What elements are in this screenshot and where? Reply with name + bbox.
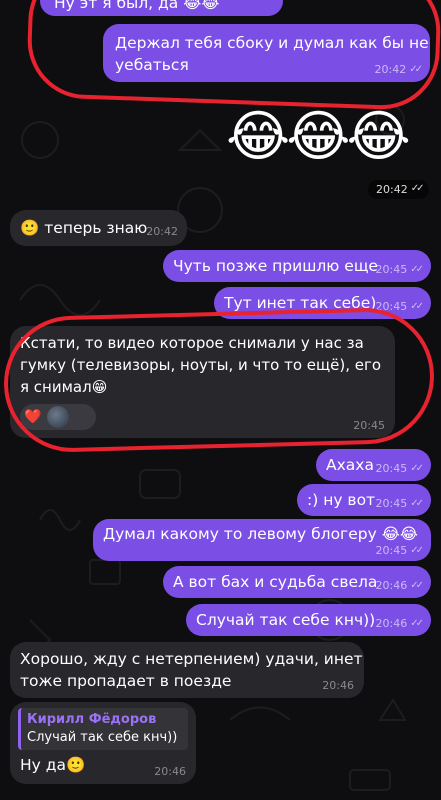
read-checkmarks-icon: ✓✓ [410,183,425,194]
message-text: Ахаха [326,456,374,474]
reactor-avatar [47,406,70,428]
message-time: 20:42 [376,183,408,196]
message-time: 20:45 [375,462,408,475]
message-text-line: Держал тебя сбоку и думал как бы не [115,34,429,52]
message-bubble-outgoing[interactable]: Держал тебя сбоку и думал как бы не уеба… [103,24,430,82]
message-time: 20:45 [375,544,408,557]
reply-author: Кирилл Фёдоров [27,712,157,727]
message-meta: 20:46 [322,680,354,692]
message-meta: 20:45 ✓✓ [375,497,424,510]
message-bubble-incoming-reply[interactable]: Кирилл Фёдоров Случай так себе кнч)) Ну … [10,702,196,784]
message-text: теперь знаю [44,219,148,237]
message-text: Ну эт я был, да 😂😂 [54,0,220,12]
message-meta: 20:42 ✓✓ [374,63,423,76]
message-bubble-outgoing[interactable]: Ну эт я был, да 😂😂 [40,0,283,16]
message-text: Чуть позже пришлю еще [173,257,378,275]
message-bubble-incoming[interactable]: Хорошо, жду с нетерпением) удачи, инет т… [10,642,364,698]
message-bubble-outgoing[interactable]: Тут инет так себе) 20:45 ✓✓ [214,287,431,319]
message-bubble-outgoing[interactable]: А вот бах и судьба свела 20:46 ✓✓ [163,566,431,598]
message-time: 20:46 [375,617,408,630]
message-text: Тут инет так себе) [224,294,377,312]
message-text: :) ну вот [307,491,376,509]
message-meta: 20:45 [353,420,385,432]
message-bubble-outgoing[interactable]: :) ну вот 20:45 ✓✓ [297,484,431,516]
reply-text: Случай так себе кнч)) [27,730,178,745]
message-bubble-outgoing[interactable]: Случай так себе кнч)) 20:46 ✓✓ [186,604,431,636]
reaction-chip[interactable]: ❤️ [20,404,96,430]
message-text: Думал какому то левому блогеру 😂😂 [103,525,418,543]
message-time: 20:42 [374,63,407,76]
message-meta: 20:46 ✓✓ [375,579,424,592]
message-text-line: тоже пропадает в поезде [20,672,232,690]
read-checkmarks-icon: ✓✓ [410,301,424,312]
message-text-line: гумку (телевизоры, ноуты, и что то ещё),… [20,356,382,374]
message-time: 20:45 [375,263,408,276]
read-checkmarks-icon: ✓✓ [410,618,424,629]
message-bubble-incoming[interactable]: 🙂 теперь знаю 20:42 [10,210,187,246]
message-meta: 20:46 [154,766,186,778]
read-checkmarks-icon: ✓✓ [409,64,423,75]
message-text: Случай так себе кнч)) [196,611,376,629]
smile-emoji-icon: 🙂 [20,219,40,237]
message-meta: 20:45 ✓✓ [375,544,424,557]
message-bubble-outgoing[interactable]: Чуть позже пришлю еще 20:45 ✓✓ [163,250,431,282]
reply-quote[interactable]: Кирилл Фёдоров Случай так себе кнч)) [18,708,188,750]
message-time: 20:45 [353,419,385,432]
message-text-line: я снимал😁 [20,378,108,396]
message-meta: 20:42 ✓✓ [368,180,430,199]
read-checkmarks-icon: ✓✓ [410,545,424,556]
message-time: 20:45 [375,300,408,313]
message-bubble-outgoing[interactable]: Думал какому то левому блогеру 😂😂 20:45 … [93,519,431,561]
message-text: А вот бах и судьба свела [173,573,378,591]
message-time: 20:46 [375,579,408,592]
read-checkmarks-icon: ✓✓ [410,498,424,509]
message-meta: 20:45 ✓✓ [375,300,424,313]
message-meta: 20:46 ✓✓ [375,617,424,630]
message-emoji-large[interactable]: 😂😂😂 [226,106,411,166]
read-checkmarks-icon: ✓✓ [410,580,424,591]
message-text-line: Хорошо, жду с нетерпением) удачи, инет [20,650,363,668]
message-time: 20:46 [154,765,186,778]
message-meta: 20:45 ✓✓ [375,462,424,475]
heart-reaction-icon: ❤️ [24,409,42,425]
message-bubble-incoming[interactable]: Кстати, то видео которое снимали у нас з… [10,326,395,438]
read-checkmarks-icon: ✓✓ [410,264,424,275]
message-bubble-outgoing[interactable]: Ахаха 20:45 ✓✓ [316,449,431,481]
message-meta: 20:45 ✓✓ [375,263,424,276]
read-checkmarks-icon: ✓✓ [410,463,424,474]
message-time: 20:42 [146,225,178,238]
message-text-line: уебаться [115,56,189,74]
message-time: 20:45 [375,497,408,510]
message-time: 20:46 [322,679,354,692]
message-text-line: Кстати, то видео которое снимали у нас з… [20,334,364,352]
